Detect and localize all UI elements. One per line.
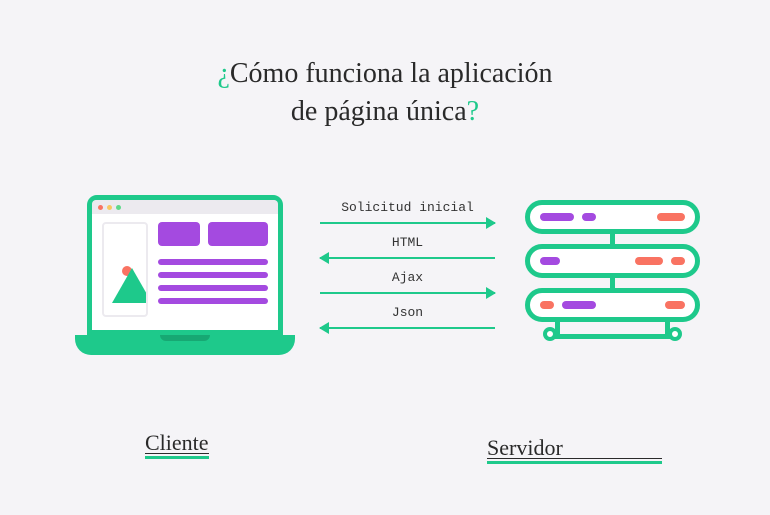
arrow-json: Json [320,305,495,334]
server-rack-unit [525,200,700,234]
arrow-label: Ajax [392,270,423,285]
open-question-mark: ¿ [217,58,229,89]
mountain-icon [112,268,148,303]
rack-slot [657,213,685,221]
rack-slot [562,301,596,309]
request-response-arrows: Solicitud inicial HTML Ajax Json [320,200,495,340]
title-line-1: Cómo funciona la aplicación [230,58,553,89]
rack-slot [665,301,685,309]
rack-slot [540,301,554,309]
server-rack-unit [525,244,700,278]
rack-slot [540,257,560,265]
laptop-base [75,335,295,355]
rack-slot [582,213,596,221]
content-line [158,298,268,304]
arrow-right-icon [320,287,495,299]
traffic-light-close-icon [98,205,103,210]
content-line [158,285,268,291]
client-laptop-icon [75,195,295,360]
content-block [158,222,200,246]
window-titlebar [92,200,278,214]
title-line-2: de página única [291,96,467,127]
client-label: Cliente [145,430,209,459]
diagram-title: ¿Cómo funciona la aplicación de página ú… [0,0,770,131]
arrow-initial-request: Solicitud inicial [320,200,495,229]
rack-connector [610,278,615,288]
server-label-text: Servidor [487,435,563,460]
rack-slot [671,257,685,265]
rack-slot [540,213,574,221]
arrow-left-icon [320,322,495,334]
traffic-light-min-icon [107,205,112,210]
content-block [208,222,268,246]
server-stand [525,322,700,342]
content-lines [158,222,268,317]
laptop-screen [87,195,283,335]
page-content [92,214,278,325]
rack-slot [635,257,663,265]
server-rack-icon [525,200,700,342]
rack-connector [610,234,615,244]
server-rack-unit [525,288,700,322]
arrow-right-icon [320,217,495,229]
server-label: Servidor [487,435,662,464]
arrow-left-icon [320,252,495,264]
client-label-text: Cliente [145,430,209,455]
arrow-label: Solicitud inicial [341,200,474,215]
content-line [158,259,268,265]
close-question-mark: ? [467,96,479,127]
content-line [158,272,268,278]
spa-diagram: Solicitud inicial HTML Ajax Json [0,195,770,415]
arrow-label: HTML [392,235,423,250]
arrow-ajax: Ajax [320,270,495,299]
image-placeholder-icon [102,222,148,317]
arrow-html: HTML [320,235,495,264]
traffic-light-max-icon [116,205,121,210]
arrow-label: Json [392,305,423,320]
